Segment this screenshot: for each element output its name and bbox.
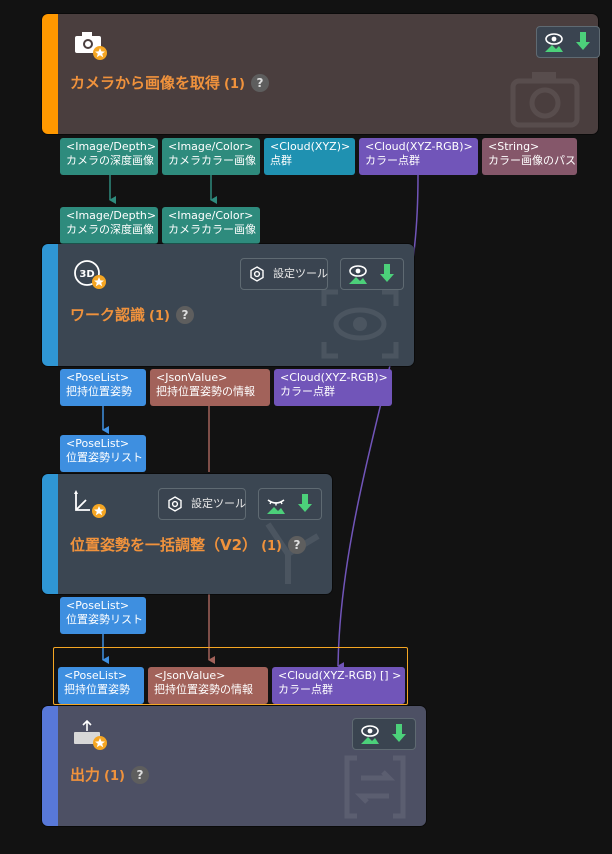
visibility-toggle[interactable] [536, 26, 600, 58]
recognition-output-cloud-rgb[interactable]: <Cloud(XYZ-RGB)> カラー点群 [274, 369, 392, 406]
output-input-json[interactable]: <JsonValue> 把持位置姿勢の情報 [148, 667, 268, 704]
capture-output-depth[interactable]: <Image/Depth> カメラの深度画像 [60, 138, 158, 175]
output-icon [74, 720, 107, 750]
adjust-config-tool-button[interactable]: 設定ツール [158, 488, 246, 520]
capture-output-cloud-xyz[interactable]: <Cloud(XYZ)> 点群 [264, 138, 355, 175]
adjust-title: 位置姿勢を一括調整（V2） (1)? [70, 534, 306, 555]
download-arrow-icon [298, 494, 312, 512]
adjust-input-poselist[interactable]: <PoseList> 位置姿勢リスト [60, 435, 146, 472]
transfer-watermark-icon [344, 755, 406, 819]
camera-icon [75, 32, 107, 60]
camera-watermark-icon [510, 72, 580, 128]
output-title: 出力 (1)? [70, 764, 149, 785]
recognition-title: ワーク認識 (1)? [70, 304, 194, 325]
download-arrow-icon [392, 724, 406, 742]
capture-title: カメラから画像を取得 (1)? [70, 72, 269, 93]
capture-output-cloud-rgb[interactable]: <Cloud(XYZ-RGB)> カラー点群 [359, 138, 478, 175]
3d-icon: 3D [74, 260, 106, 289]
capture-node[interactable]: カメラから画像を取得 (1)? [42, 14, 600, 134]
preview-eye-icon [361, 725, 379, 744]
capture-output-string[interactable]: <String> カラー画像のパス [482, 138, 577, 175]
output-input-cloud-rgb[interactable]: <Cloud(XYZ-RGB) [] > カラー点群 [272, 667, 405, 704]
download-arrow-icon [576, 32, 590, 50]
visibility-toggle-off[interactable] [258, 488, 322, 520]
output-input-poselist[interactable]: <PoseList> 把持位置姿勢 [58, 667, 144, 704]
download-arrow-icon [380, 264, 394, 282]
recognition-input-color[interactable]: <Image/Color> カメラカラー画像 [162, 207, 260, 244]
hexagon-settings-icon [168, 496, 182, 512]
help-icon[interactable]: ? [288, 536, 306, 554]
visibility-toggle[interactable] [352, 718, 416, 750]
adjust-output-poselist[interactable]: <PoseList> 位置姿勢リスト [60, 597, 146, 634]
preview-eye-icon [545, 33, 563, 52]
axis-icon [74, 490, 106, 518]
help-icon[interactable]: ? [130, 766, 149, 784]
eye-watermark-icon [321, 289, 399, 359]
recognition-output-json[interactable]: <JsonValue> 把持位置姿勢の情報 [150, 369, 270, 406]
help-icon[interactable]: ? [250, 74, 269, 92]
hidden-eye-icon [267, 499, 285, 514]
capture-output-color[interactable]: <Image/Color> カメラカラー画像 [162, 138, 260, 175]
output-node[interactable]: 出力 (1)? [42, 706, 426, 826]
recognition-config-tool-button[interactable]: 設定ツール [240, 258, 328, 290]
help-icon[interactable]: ? [175, 306, 194, 324]
preview-eye-icon [349, 265, 367, 284]
svg-text:3D: 3D [79, 269, 94, 280]
recognition-input-depth[interactable]: <Image/Depth> カメラの深度画像 [60, 207, 158, 244]
hexagon-settings-icon [250, 266, 264, 282]
visibility-toggle[interactable] [340, 258, 404, 290]
recognition-node[interactable]: 3D ワーク認識 (1)? 設定ツール [42, 244, 414, 366]
recognition-output-poselist[interactable]: <PoseList> 把持位置姿勢 [60, 369, 146, 406]
adjust-node[interactable]: 位置姿勢を一括調整（V2） (1)? 設定ツール [42, 474, 332, 594]
